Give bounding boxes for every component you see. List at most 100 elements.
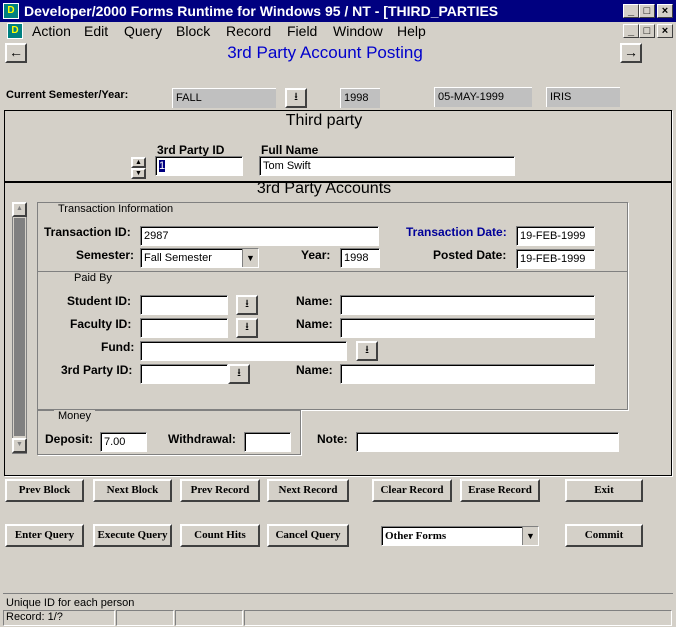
payer-third-party-id-input[interactable]	[140, 364, 228, 384]
transaction-id-label: Transaction ID:	[44, 225, 131, 239]
note-input[interactable]	[356, 432, 619, 452]
menu-bar: D Action Edit Query Block Record Field W…	[0, 22, 676, 40]
menu-query[interactable]: Query	[124, 23, 162, 39]
menu-block[interactable]: Block	[176, 23, 210, 39]
other-forms-select[interactable]: Other Forms ▼	[381, 526, 539, 546]
posted-date-label: Posted Date:	[433, 248, 507, 262]
enter-query-button[interactable]: Enter Query	[5, 524, 84, 547]
chevron-down-icon[interactable]: ▼	[242, 249, 258, 267]
close-button[interactable]: ×	[657, 4, 673, 18]
paid-by-frame-title: Paid By	[70, 272, 116, 284]
third-party-id-value: 1	[159, 160, 166, 172]
fund-input[interactable]	[140, 341, 347, 361]
menu-help[interactable]: Help	[397, 23, 426, 39]
spin-up-button[interactable]: ▲	[131, 157, 146, 168]
withdrawal-label: Withdrawal:	[168, 432, 236, 446]
semester-label: Semester:	[76, 248, 135, 262]
status-cell-2	[116, 610, 174, 626]
money-frame-title: Money	[54, 410, 96, 422]
third-party-id-input[interactable]: 1	[155, 156, 243, 176]
record-count: Record: 1/?	[6, 611, 63, 623]
maximize-button[interactable]: □	[639, 4, 655, 18]
transaction-date-label: Transaction Date:	[406, 225, 507, 239]
chevron-down-icon[interactable]: ▼	[522, 527, 538, 545]
fund-list-button[interactable]: ⭳	[356, 341, 378, 361]
semester-select-value: Fall Semester	[144, 252, 212, 264]
next-record-button[interactable]: Next Record	[267, 479, 349, 502]
student-id-input[interactable]	[140, 295, 228, 315]
third-party-name-label: Name:	[296, 363, 333, 377]
third-party-name-input[interactable]	[340, 364, 595, 384]
transaction-date-input[interactable]: 19-FEB-1999	[516, 226, 595, 246]
menu-edit[interactable]: Edit	[84, 23, 108, 39]
status-cell-4	[244, 610, 672, 626]
scroll-down-button[interactable]: ▼	[12, 438, 27, 453]
minimize-button[interactable]: _	[623, 4, 639, 18]
full-name-label: Full Name	[261, 143, 319, 157]
third-party-title: Third party	[285, 112, 363, 129]
third-party-list-button[interactable]: ⭳	[228, 364, 250, 384]
current-user-field: IRIS	[546, 87, 620, 107]
current-year-field: 1998	[340, 88, 380, 108]
window-title: Developer/2000 Forms Runtime for Windows…	[24, 3, 499, 19]
spin-down-button[interactable]: ▼	[131, 168, 146, 179]
semester-select[interactable]: Fall Semester ▼	[140, 248, 259, 268]
doc-restore-button[interactable]: □	[639, 24, 655, 38]
payer-third-party-id-label: 3rd Party ID:	[61, 363, 133, 377]
deposit-label: Deposit:	[45, 432, 93, 446]
faculty-id-input[interactable]	[140, 318, 228, 338]
prev-record-button[interactable]: Prev Record	[180, 479, 260, 502]
deposit-input[interactable]: 7.00	[100, 432, 147, 452]
scroll-up-button[interactable]: ▲	[12, 202, 27, 217]
cancel-query-button[interactable]: Cancel Query	[267, 524, 349, 547]
status-hint: Unique ID for each person	[6, 597, 135, 609]
year-input[interactable]: 1998	[340, 248, 380, 268]
menu-window[interactable]: Window	[333, 23, 383, 39]
doc-close-button[interactable]: ×	[657, 24, 673, 38]
exit-button[interactable]: Exit	[565, 479, 643, 502]
note-label: Note:	[317, 432, 348, 446]
current-semester-label: Current Semester/Year:	[6, 89, 129, 101]
app-icon: D	[3, 3, 19, 19]
other-forms-value: Other Forms	[385, 530, 447, 542]
year-label: Year:	[301, 248, 331, 262]
document-icon: D	[7, 23, 23, 39]
posted-date-input[interactable]: 19-FEB-1999	[516, 249, 595, 269]
count-hits-button[interactable]: Count Hits	[180, 524, 260, 547]
commit-button[interactable]: Commit	[565, 524, 643, 547]
transaction-id-input[interactable]: 2987	[140, 226, 379, 246]
student-name-label: Name:	[296, 294, 333, 308]
current-date-field: 05-MAY-1999	[434, 87, 532, 107]
fund-label: Fund:	[101, 340, 135, 354]
accounts-title: 3rd Party Accounts	[256, 180, 392, 197]
semester-list-button[interactable]: ⭳	[285, 88, 307, 108]
menu-record[interactable]: Record	[226, 23, 271, 39]
faculty-name-label: Name:	[296, 317, 333, 331]
full-name-input[interactable]: Tom Swift	[259, 156, 515, 176]
menu-action[interactable]: Action	[32, 23, 71, 39]
status-cell-3	[175, 610, 243, 626]
prev-form-button[interactable]: ←	[5, 43, 27, 63]
faculty-name-input[interactable]	[340, 318, 595, 338]
next-form-button[interactable]: →	[620, 43, 642, 63]
prev-block-button[interactable]: Prev Block	[5, 479, 84, 502]
next-block-button[interactable]: Next Block	[93, 479, 172, 502]
student-list-button[interactable]: ⭳	[236, 295, 258, 315]
erase-record-button[interactable]: Erase Record	[460, 479, 540, 502]
form-title: 3rd Party Account Posting	[227, 43, 423, 62]
title-bar: D Developer/2000 Forms Runtime for Windo…	[0, 0, 676, 22]
clear-record-button[interactable]: Clear Record	[372, 479, 452, 502]
third-party-id-label: 3rd Party ID	[157, 143, 225, 157]
student-id-label: Student ID:	[67, 294, 131, 308]
status-divider	[3, 593, 673, 594]
withdrawal-input[interactable]	[244, 432, 291, 452]
execute-query-button[interactable]: Execute Query	[93, 524, 172, 547]
transaction-frame-title: Transaction Information	[54, 203, 178, 215]
scroll-thumb[interactable]	[14, 218, 25, 436]
student-name-input[interactable]	[340, 295, 595, 315]
doc-minimize-button[interactable]: _	[623, 24, 639, 38]
faculty-id-label: Faculty ID:	[70, 317, 132, 331]
current-semester-field: FALL	[172, 88, 276, 108]
menu-field[interactable]: Field	[287, 23, 317, 39]
faculty-list-button[interactable]: ⭳	[236, 318, 258, 338]
